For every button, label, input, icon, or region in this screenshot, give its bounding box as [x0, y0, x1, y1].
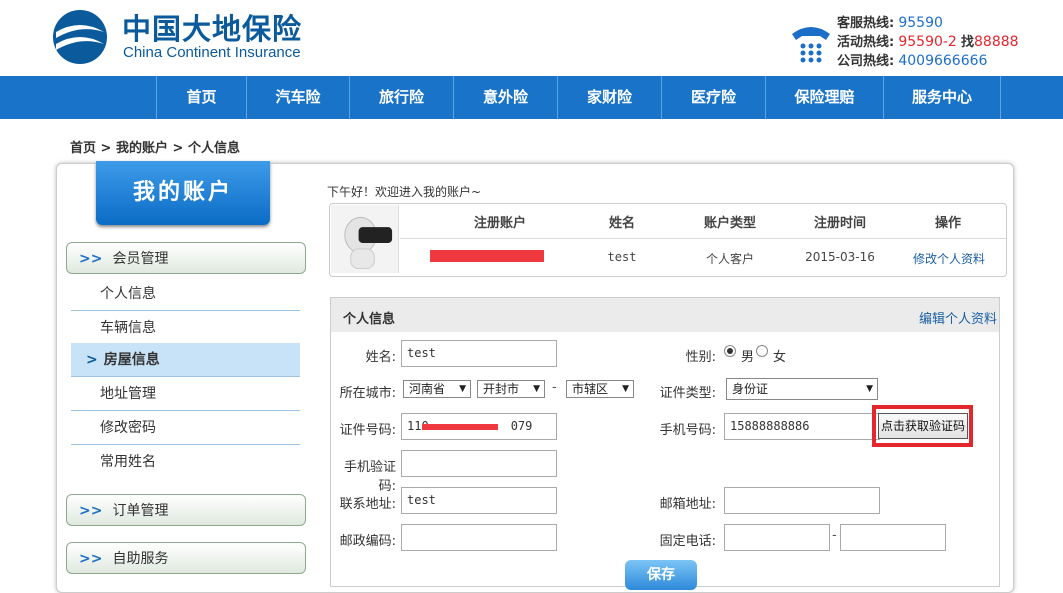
id-type-label: 证件类型:	[659, 386, 716, 401]
city-label: 所在城市:	[339, 386, 396, 401]
breadcrumb-account[interactable]: 我的账户	[116, 141, 168, 156]
hotline-company: 公司热线: 4009666666	[837, 53, 988, 69]
nav-accident-insurance[interactable]: 意外险	[453, 76, 557, 119]
brand-name-en: China Continent Insurance	[123, 44, 301, 61]
sidebar-item-vehicle-info[interactable]: 车辆信息	[71, 311, 300, 345]
redacted-account	[430, 250, 544, 262]
phone-dash: -	[832, 528, 837, 543]
nav-property-insurance[interactable]: 家财险	[557, 76, 661, 119]
address-label: 联系地址:	[339, 497, 396, 512]
nav-medical-insurance[interactable]: 医疗险	[661, 76, 765, 119]
redacted-id-number	[422, 424, 498, 430]
dropdown-arrow-icon: ▼	[459, 384, 466, 394]
main-nav: 首页 汽车险 旅行险 意外险 家财险 医疗险 保险理赔 服务中心	[0, 76, 1063, 119]
phone-icon	[792, 27, 830, 63]
breadcrumb-separator: >	[172, 141, 184, 156]
col-header-account: 注册账户	[473, 216, 526, 231]
sidebar-item-house-info[interactable]: > 房屋信息	[71, 343, 300, 377]
nav-auto-insurance[interactable]: 汽车险	[246, 76, 349, 119]
sidebar-item-names[interactable]: 常用姓名	[71, 445, 300, 479]
dropdown-arrow-icon: ▼	[533, 384, 540, 394]
email-label: 邮箱地址:	[659, 497, 716, 512]
sidebar-item-password[interactable]: 修改密码	[71, 411, 300, 445]
company-logo-icon[interactable]	[50, 8, 110, 66]
nav-claims[interactable]: 保险理赔	[765, 76, 883, 119]
col-header-action: 操作	[934, 216, 961, 231]
gender-female-label: 女	[773, 350, 787, 365]
phone-label: 固定电话:	[659, 534, 716, 549]
zip-field[interactable]	[401, 524, 557, 551]
double-chevron-icon: >>	[79, 551, 103, 567]
double-chevron-icon: >>	[79, 251, 103, 267]
sidebar-group-member[interactable]: >> 会员管理	[66, 242, 306, 274]
sidebar-item-personal-info[interactable]: 个人信息	[71, 277, 300, 311]
save-button[interactable]: 保存	[625, 560, 697, 590]
phone-number-field[interactable]	[840, 524, 946, 551]
breadcrumb-separator: >	[100, 141, 112, 156]
edit-profile-link[interactable]: 修改个人资料	[905, 250, 993, 267]
province-select[interactable]: 河南省 ▼	[403, 380, 471, 398]
city-select[interactable]: 开封市 ▼	[477, 380, 545, 398]
form-header	[331, 298, 999, 332]
id-number-label: 证件号码:	[339, 423, 396, 438]
site-header: 中国大地保险 China Continent Insurance 客服热线: 9…	[0, 0, 1063, 76]
get-verification-code-button[interactable]: 点击获取验证码	[878, 413, 968, 439]
my-account-title: 我的账户	[96, 161, 270, 225]
cell-account-type: 个人客户	[705, 252, 754, 266]
brand-name-cn: 中国大地保险	[122, 12, 303, 46]
cell-name: test	[607, 250, 637, 264]
mobile-field[interactable]: 15888888886	[724, 413, 880, 440]
address-field[interactable]: test	[401, 487, 557, 514]
sidebar-group-self-service[interactable]: >> 自助服务	[66, 542, 306, 574]
sidebar-group-orders[interactable]: >> 订单管理	[66, 494, 306, 526]
hotline-activity: 活动热线: 95590-2 找88888	[837, 34, 1019, 50]
phone-area-field[interactable]	[724, 524, 830, 551]
chevron-right-icon: >	[86, 352, 98, 368]
nav-service-center[interactable]: 服务中心	[883, 76, 1001, 119]
nav-travel-insurance[interactable]: 旅行险	[349, 76, 453, 119]
dropdown-arrow-icon: ▼	[622, 384, 629, 394]
col-header-name: 姓名	[608, 216, 635, 231]
greeting-text: 下午好！欢迎进入我的账户~	[327, 185, 482, 199]
hotline-service: 客服热线: 95590	[837, 15, 943, 31]
breadcrumb: 首页 > 我的账户 > 个人信息	[70, 137, 240, 156]
cell-register-time: 2015-03-16	[805, 250, 875, 264]
form-title: 个人信息	[343, 312, 396, 327]
email-field[interactable]	[724, 487, 880, 514]
id-type-select[interactable]: 身份证 ▼	[726, 378, 878, 400]
dropdown-arrow-icon: ▼	[866, 384, 873, 394]
gender-male-radio[interactable]	[724, 345, 736, 357]
gender-label: 性别:	[685, 350, 716, 365]
double-chevron-icon: >>	[79, 503, 103, 519]
city-dash: -	[552, 380, 557, 395]
breadcrumb-home[interactable]: 首页	[70, 141, 96, 156]
nav-home[interactable]: 首页	[156, 76, 246, 119]
name-label: 姓名:	[365, 350, 396, 365]
avatar	[331, 205, 399, 273]
gender-male-label: 男	[741, 350, 755, 365]
table-divider	[400, 238, 1006, 239]
zip-label: 邮政编码:	[339, 534, 396, 549]
sms-code-field[interactable]	[401, 450, 557, 477]
breadcrumb-current: 个人信息	[187, 141, 240, 156]
sidebar-item-address[interactable]: 地址管理	[71, 377, 300, 411]
col-header-account-type: 账户类型	[703, 216, 756, 231]
hotline-list: 客服热线: 95590 活动热线: 95590-2 找88888 公司热线: 4…	[837, 14, 1019, 71]
edit-profile-link[interactable]: 编辑个人资料	[919, 308, 997, 327]
sms-code-label: 手机验证码:	[343, 460, 396, 494]
gender-female-radio[interactable]	[756, 345, 768, 357]
col-header-register-time: 注册时间	[813, 216, 866, 231]
name-field[interactable]: test	[401, 340, 557, 367]
mobile-label: 手机号码:	[659, 423, 716, 438]
district-select[interactable]: 市辖区 ▼	[566, 380, 634, 398]
